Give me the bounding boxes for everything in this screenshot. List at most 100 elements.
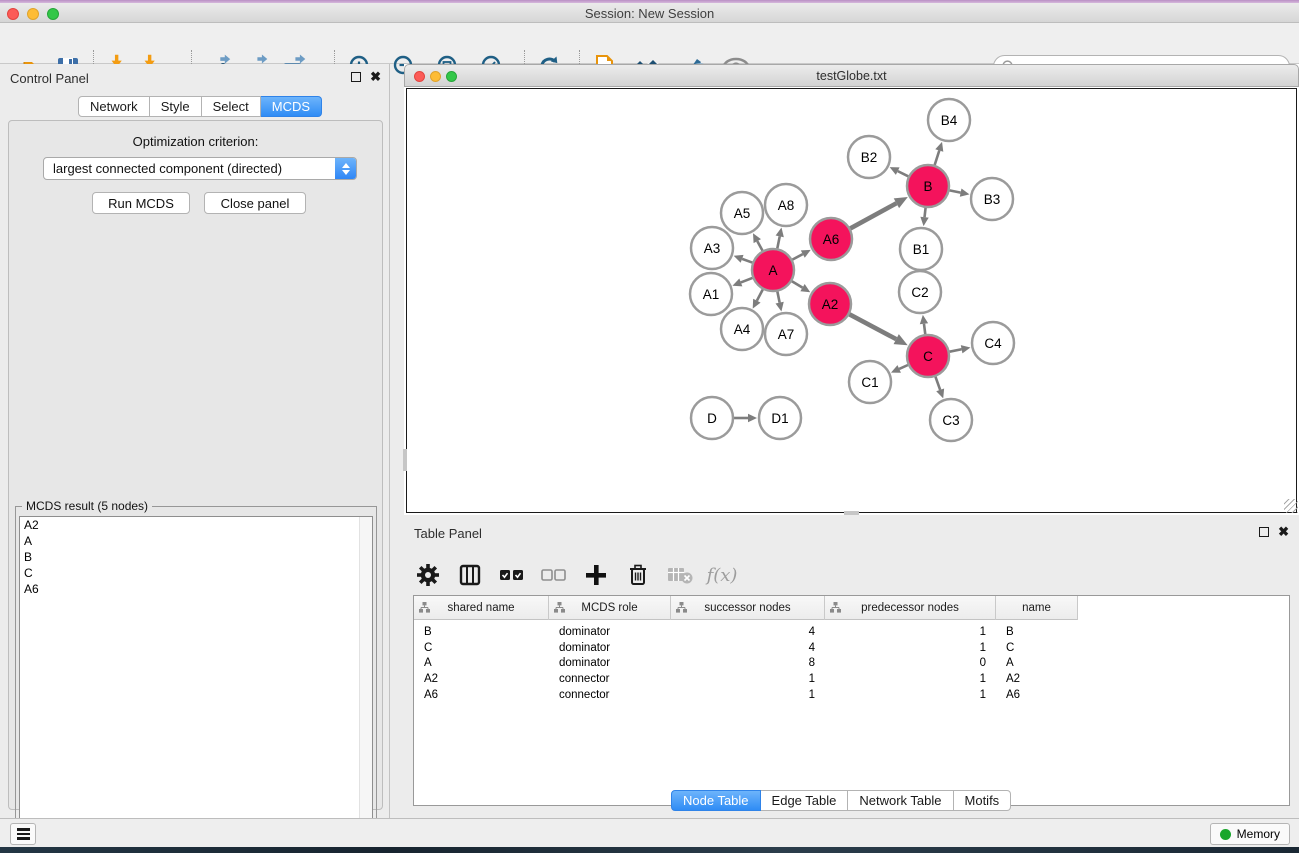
table-cell[interactable]: 0 — [825, 655, 996, 671]
edge-A-A7[interactable] — [776, 292, 784, 312]
table-cell[interactable]: A2 — [996, 671, 1078, 687]
table-cell[interactable]: 4 — [671, 640, 825, 656]
node-D1[interactable]: D1 — [759, 397, 801, 439]
node-C[interactable]: C — [907, 335, 949, 377]
edge-A-A2[interactable] — [792, 281, 810, 292]
column-header-predecessor-nodes[interactable]: predecessor nodes — [825, 596, 996, 620]
window-resize-grip[interactable] — [1284, 499, 1298, 513]
node-table[interactable]: shared nameMCDS rolesuccessor nodesprede… — [413, 595, 1290, 806]
select-all-columns-icon[interactable] — [498, 561, 526, 589]
close-table-panel-icon[interactable]: ✖ — [1278, 527, 1289, 537]
node-A4[interactable]: A4 — [721, 308, 763, 350]
table-cell[interactable]: 1 — [671, 687, 825, 703]
run-mcds-button[interactable]: Run MCDS — [92, 192, 190, 214]
tab-style[interactable]: Style — [150, 96, 202, 117]
edge-A2-C[interactable] — [849, 314, 907, 345]
column-header-shared-name[interactable]: shared name — [414, 596, 549, 620]
memory-button[interactable]: Memory — [1210, 823, 1290, 845]
edge-B-B1[interactable] — [920, 208, 928, 226]
edge-A-A6[interactable] — [792, 250, 810, 260]
node-A2[interactable]: A2 — [809, 283, 851, 325]
table-cell[interactable]: A2 — [414, 671, 549, 687]
tab-select[interactable]: Select — [202, 96, 261, 117]
edge-A-A1[interactable] — [732, 278, 752, 286]
mcds-result-item[interactable]: A6 — [20, 581, 372, 597]
edge-C-C3[interactable] — [935, 377, 944, 399]
table-row[interactable]: Bdominator41B — [414, 624, 1290, 640]
result-scrollbar[interactable] — [359, 517, 372, 847]
edge-B-B4[interactable] — [935, 142, 944, 165]
tab-network[interactable]: Network — [78, 96, 150, 117]
table-cell[interactable]: 1 — [825, 671, 996, 687]
mcds-result-item[interactable]: A2 — [20, 517, 372, 533]
delete-table-icon[interactable] — [666, 561, 694, 589]
table-cell[interactable]: 1 — [825, 640, 996, 656]
node-C4[interactable]: C4 — [972, 322, 1014, 364]
table-cell[interactable]: connector — [549, 687, 671, 703]
edge-C-C2[interactable] — [920, 315, 928, 334]
mcds-result-item[interactable]: B — [20, 549, 372, 565]
table-cell[interactable]: A — [996, 655, 1078, 671]
column-header-MCDS-role[interactable]: MCDS role — [549, 596, 671, 620]
column-header-successor-nodes[interactable]: successor nodes — [671, 596, 825, 620]
table-cell[interactable]: B — [996, 624, 1078, 640]
network-horizontal-scrollbar[interactable] — [844, 511, 859, 515]
show-columns-icon[interactable] — [456, 561, 484, 589]
edge-B-B2[interactable] — [890, 167, 909, 176]
mcds-result-list[interactable]: A2ABCA6 — [19, 516, 373, 848]
node-A6[interactable]: A6 — [810, 218, 852, 260]
float-panel-icon[interactable] — [351, 72, 361, 82]
table-row[interactable]: Adominator80A — [414, 655, 1290, 671]
edge-A-A4[interactable] — [753, 289, 763, 308]
network-graph[interactable]: AA1A2A3A4A5A6A7A8BB1B2B3B4CC1C2C3C4DD1 — [407, 89, 1296, 512]
node-B3[interactable]: B3 — [971, 178, 1013, 220]
node-B4[interactable]: B4 — [928, 99, 970, 141]
edge-C-C4[interactable] — [950, 345, 971, 353]
node-B2[interactable]: B2 — [848, 136, 890, 178]
table-header[interactable]: shared nameMCDS rolesuccessor nodesprede… — [414, 596, 1078, 620]
node-C1[interactable]: C1 — [849, 361, 891, 403]
function-builder-icon[interactable]: f(x) — [708, 561, 736, 589]
close-panel-icon[interactable]: ✖ — [370, 72, 381, 82]
main-titlebar[interactable]: Session: New Session — [0, 3, 1299, 23]
table-cell[interactable]: C — [996, 640, 1078, 656]
table-cell[interactable]: 1 — [671, 671, 825, 687]
deselect-all-columns-icon[interactable] — [540, 561, 568, 589]
node-A7[interactable]: A7 — [765, 313, 807, 355]
node-A1[interactable]: A1 — [690, 273, 732, 315]
panel-list-button[interactable] — [10, 823, 36, 845]
mcds-result-item[interactable]: A — [20, 533, 372, 549]
table-cell[interactable]: A6 — [996, 687, 1078, 703]
table-cell[interactable]: dominator — [549, 624, 671, 640]
table-cell[interactable]: B — [414, 624, 549, 640]
edge-A-A3[interactable] — [734, 255, 753, 263]
node-A[interactable]: A — [752, 249, 794, 291]
table-cell[interactable]: 4 — [671, 624, 825, 640]
table-cell[interactable]: dominator — [549, 655, 671, 671]
table-row[interactable]: A2connector11A2 — [414, 671, 1290, 687]
table-cell[interactable]: 1 — [825, 624, 996, 640]
criterion-dropdown[interactable]: largest connected component (directed) — [43, 157, 357, 180]
tab-mcds[interactable]: MCDS — [261, 96, 322, 117]
node-C3[interactable]: C3 — [930, 399, 972, 441]
table-cell[interactable]: dominator — [549, 640, 671, 656]
table-cell[interactable]: connector — [549, 671, 671, 687]
network-window-titlebar[interactable]: testGlobe.txt — [404, 64, 1299, 87]
close-panel-button[interactable]: Close panel — [204, 192, 306, 214]
table-tab-node-table[interactable]: Node Table — [671, 790, 761, 811]
table-cell[interactable]: C — [414, 640, 549, 656]
edge-A-A5[interactable] — [753, 233, 763, 250]
node-D[interactable]: D — [691, 397, 733, 439]
add-column-icon[interactable] — [582, 561, 610, 589]
network-vertical-scrollbar[interactable] — [403, 449, 407, 471]
node-B1[interactable]: B1 — [900, 228, 942, 270]
table-tab-motifs[interactable]: Motifs — [954, 790, 1012, 811]
table-cell[interactable]: A6 — [414, 687, 549, 703]
edge-D-D1[interactable] — [734, 414, 757, 422]
settings-gear-icon[interactable] — [414, 561, 442, 589]
node-A8[interactable]: A8 — [765, 184, 807, 226]
edge-A-A8[interactable] — [776, 228, 784, 249]
edge-B-B3[interactable] — [950, 189, 970, 197]
node-C2[interactable]: C2 — [899, 271, 941, 313]
network-canvas[interactable]: AA1A2A3A4A5A6A7A8BB1B2B3B4CC1C2C3C4DD1 — [406, 88, 1297, 513]
